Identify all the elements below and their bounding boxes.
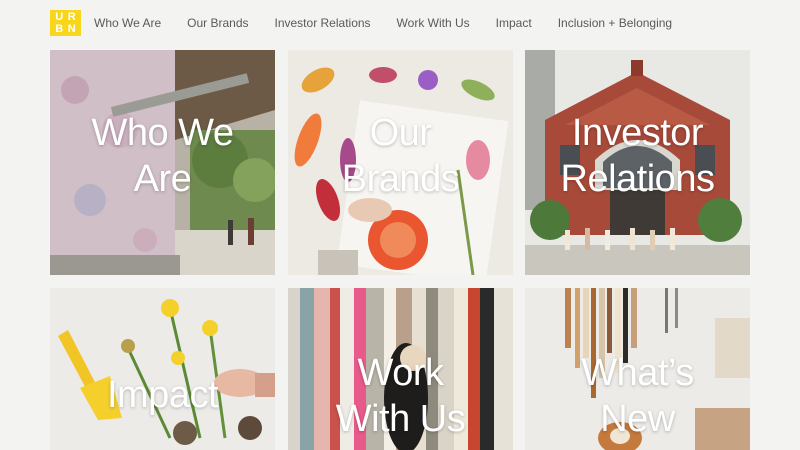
tile-investor-relations[interactable]: Investor Relations bbox=[525, 50, 750, 275]
nav-link-inclusion-belonging[interactable]: Inclusion + Belonging bbox=[558, 16, 672, 30]
tile-title: Who We Are bbox=[50, 110, 275, 202]
tile-title-line: Brands bbox=[341, 158, 460, 200]
tile-title-line: Who We bbox=[91, 112, 234, 154]
nav-link-impact[interactable]: Impact bbox=[496, 16, 532, 30]
main-nav: Who We Are Our Brands Investor Relations… bbox=[94, 16, 698, 30]
tile-title: Work With Us bbox=[288, 350, 513, 442]
nav-link-work-with-us[interactable]: Work With Us bbox=[397, 16, 470, 30]
site-header: U R B N Who We Are Our Brands Investor R… bbox=[0, 0, 800, 48]
tile-title: Investor Relations bbox=[525, 110, 750, 202]
tile-title-line: Work bbox=[357, 352, 444, 394]
tile-title-line: Relations bbox=[560, 158, 715, 200]
tile-title-line: New bbox=[600, 398, 675, 440]
urbn-logo[interactable]: U R B N bbox=[50, 10, 81, 36]
tile-title-line: With Us bbox=[335, 398, 466, 440]
tile-title-line: Impact bbox=[106, 374, 219, 416]
tile-title: What’s New bbox=[525, 350, 750, 442]
logo-letter: N bbox=[67, 23, 76, 35]
tile-title-line: What’s bbox=[581, 352, 694, 394]
tile-title-line: Investor bbox=[571, 112, 704, 154]
tile-whats-new[interactable]: What’s New bbox=[525, 288, 750, 450]
tile-work-with-us[interactable]: Work With Us bbox=[288, 288, 513, 450]
tile-our-brands[interactable]: Our Brands bbox=[288, 50, 513, 275]
nav-link-investor-relations[interactable]: Investor Relations bbox=[275, 16, 371, 30]
logo-letter: R bbox=[67, 11, 76, 23]
tile-title: Impact bbox=[50, 372, 275, 418]
tile-title-line: Our bbox=[369, 112, 432, 154]
tile-who-we-are[interactable]: Who We Are bbox=[50, 50, 275, 275]
tile-title: Our Brands bbox=[288, 110, 513, 202]
logo-letter: U bbox=[55, 11, 64, 23]
tile-impact[interactable]: Impact bbox=[50, 288, 275, 450]
tile-title-line: Are bbox=[133, 158, 192, 200]
logo-letter: B bbox=[55, 23, 64, 35]
nav-link-our-brands[interactable]: Our Brands bbox=[187, 16, 248, 30]
nav-link-who-we-are[interactable]: Who We Are bbox=[94, 16, 161, 30]
tile-photo bbox=[50, 288, 275, 450]
